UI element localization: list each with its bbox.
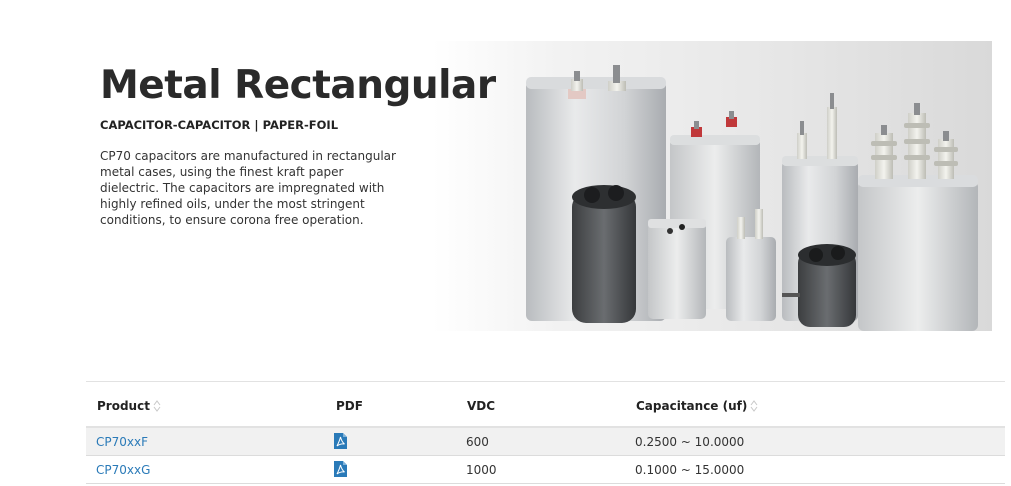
product-category: CAPACITOR-CAPACITOR | PAPER-FOIL <box>100 118 339 132</box>
pdf-icon[interactable] <box>334 433 347 449</box>
sort-icon[interactable] <box>153 399 161 413</box>
product-description: CP70 capacitors are manufactured in rect… <box>100 149 396 227</box>
capacitors-photo <box>526 65 978 331</box>
column-header-vdc: VDC <box>467 399 495 413</box>
column-header-capacitance[interactable]: Capacitance (uf) <box>636 399 758 413</box>
vdc-value: 600 <box>466 435 489 449</box>
column-header-label: Product <box>97 399 150 413</box>
page-title: Metal Rectangular <box>100 63 496 108</box>
sort-icon[interactable] <box>750 399 758 413</box>
product-link[interactable]: CP70xxF <box>96 435 148 449</box>
capacitance-value: 0.1000 ~ 15.0000 <box>635 463 745 477</box>
hero-banner: Metal Rectangular CAPACITOR-CAPACITOR | … <box>90 41 992 331</box>
column-header-label: PDF <box>336 399 363 413</box>
capacitance-value: 0.2500 ~ 10.0000 <box>635 435 745 449</box>
pdf-icon[interactable] <box>334 461 347 477</box>
table-row: CP70xxG 1000 0.1000 ~ 15.0000 <box>86 456 1005 484</box>
vdc-value: 1000 <box>466 463 497 477</box>
product-table: Product PDF VDC Capacitance (uf) CP70xxF <box>86 381 1005 484</box>
product-link[interactable]: CP70xxG <box>96 463 150 477</box>
column-header-label: Capacitance (uf) <box>636 399 748 413</box>
table-header: Product PDF VDC Capacitance (uf) <box>86 381 1005 428</box>
column-header-label: VDC <box>467 399 496 413</box>
column-header-product[interactable]: Product <box>97 399 161 413</box>
column-header-pdf: PDF <box>336 399 363 413</box>
table-row: CP70xxF 600 0.2500 ~ 10.0000 <box>86 428 1005 456</box>
